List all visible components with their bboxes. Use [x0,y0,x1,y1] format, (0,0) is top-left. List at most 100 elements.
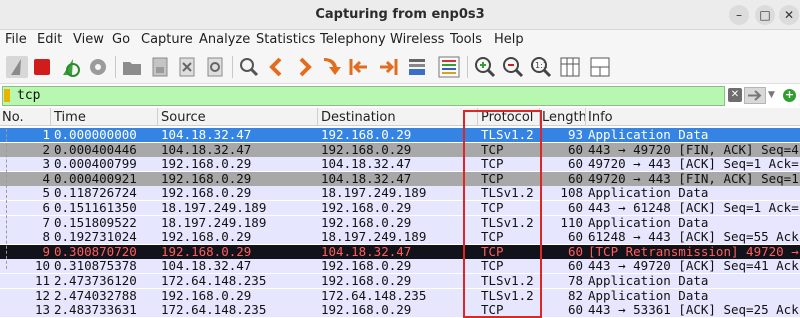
bookmark-icon[interactable] [4,89,10,102]
clear-filter-icon[interactable]: ✕ [728,88,742,102]
column-destination[interactable]: Destination [321,110,396,126]
open-folder-icon[interactable] [120,55,144,79]
column-no[interactable]: No. [2,110,24,126]
apply-filter-button[interactable] [744,87,766,104]
table-row[interactable]: 1 0.000000000 104.18.32.47 192.168.0.29 TLSv… [0,128,800,142]
menu-wireless[interactable]: Wireless [390,32,444,47]
conversation-bracket [6,129,7,269]
column-info[interactable]: Info [588,110,613,126]
packet-protocol: TCP [481,171,504,186]
display-filter-input[interactable]: tcp [2,86,725,106]
packet-time: 0.118726724 [54,186,137,201]
table-row[interactable]: 8 0.192731024 192.168.0.29 18.197.249.189 TC… [0,230,800,245]
go-back-icon[interactable] [265,55,289,79]
packet-info: Application Data [588,215,709,230]
packet-info: 61248 → 443 [ACK] Seq=55 Ack [588,230,799,245]
table-row[interactable]: 7 0.151809522 18.197.249.189 192.168.0.29 TL… [0,215,800,230]
table-row[interactable]: 11 2.473736120 172.64.148.235 192.168.0.29 T… [0,274,800,288]
packet-number: 2 [42,142,50,157]
last-packet-icon[interactable] [376,55,400,79]
menu-go[interactable]: Go [112,32,130,47]
menu-view[interactable]: View [73,32,104,47]
menu-edit[interactable]: Edit [37,32,62,47]
shark-fin-icon[interactable] [5,55,29,79]
colorize-icon[interactable] [437,55,461,79]
auto-scroll-icon[interactable] [405,55,429,79]
menu-capture[interactable]: Capture [141,32,193,47]
packet-length: 78 [567,274,583,288]
add-filter-button-icon[interactable]: + [783,89,796,102]
packet-time: 0.151161350 [54,201,137,215]
table-row[interactable]: 4 0.000400921 192.168.0.29 104.18.32.47 TCP 6… [0,171,800,186]
options-gear-icon[interactable] [86,55,110,79]
zoom-in-icon[interactable] [473,55,497,79]
packet-protocol: TCP [481,142,504,157]
packet-protocol: TCP [481,230,504,245]
packet-time: 0.300870720 [54,244,137,259]
reload-icon[interactable] [203,55,227,79]
packet-number: 13 [34,303,50,318]
menu-tools[interactable]: Tools [450,32,482,47]
packet-number: 6 [42,201,50,215]
table-row[interactable]: 3 0.000400799 192.168.0.29 104.18.32.47 TCP 6… [0,157,800,172]
zoom-out-icon[interactable] [501,55,525,79]
packet-length: 60 [567,171,583,186]
packet-destination: 192.168.0.29 [321,142,412,157]
packet-length: 60 [567,244,583,259]
go-to-packet-icon[interactable] [319,55,343,79]
table-row[interactable]: 12 2.474032788 192.168.0.29 172.64.148.235 T… [0,288,800,303]
first-packet-icon[interactable] [347,55,371,79]
table-row[interactable]: 9 0.300870720 192.168.0.29 104.18.32.47 TCP 6… [0,244,800,259]
column-length[interactable]: Length [542,110,587,126]
minimize-button[interactable]: – [729,5,749,25]
menu-statistics[interactable]: Statistics [256,32,315,47]
packet-destination: 192.168.0.29 [321,128,412,142]
resize-columns-icon[interactable] [558,55,582,79]
table-row[interactable]: 5 0.118726724 192.168.0.29 18.197.249.189 TL… [0,186,800,201]
column-protocol[interactable]: Protocol [481,110,533,126]
table-row[interactable]: 13 2.483733631 172.64.148.235 192.168.0.29 T… [0,303,800,318]
table-row[interactable]: 6 0.151161350 18.197.249.189 192.168.0.29 TC… [0,201,800,215]
go-forward-icon[interactable] [292,55,316,79]
table-row[interactable]: 10 0.310875378 104.18.32.47 192.168.0.29 TCP… [0,259,800,274]
packet-destination: 18.197.249.189 [321,186,427,201]
packet-protocol: TLSv1.2 [481,288,534,303]
find-icon[interactable] [237,55,261,79]
packet-info: Application Data [588,288,709,303]
save-file-icon[interactable] [148,55,172,79]
menu-file[interactable]: File [5,32,27,47]
maximize-button[interactable]: □ [755,5,775,25]
title-bar: Capturing from enp0s3 – □ ✕ [0,0,800,30]
column-time[interactable]: Time [54,110,86,126]
packet-number: 1 [42,128,50,142]
packet-time: 0.192731024 [54,230,137,245]
packet-number: 11 [34,274,50,288]
packet-length: 60 [567,303,583,318]
packet-time: 0.000400799 [54,157,137,172]
packet-time: 0.000000000 [54,128,137,142]
packet-time: 0.000400921 [54,171,137,186]
stop-icon[interactable] [30,55,54,79]
packet-destination: 192.168.0.29 [321,215,412,230]
column-source[interactable]: Source [161,110,206,126]
menu-help[interactable]: Help [494,32,524,47]
packet-length: 60 [567,142,583,157]
table-row[interactable]: 2 0.000400446 104.18.32.47 192.168.0.29 TCP 6… [0,142,800,157]
packet-info: 49720 → 443 [ACK] Seq=1 Ack= [588,157,799,172]
close-button[interactable]: ✕ [779,5,799,25]
packet-source: 104.18.32.47 [161,142,252,157]
chevron-down-icon[interactable]: ▼ [768,87,778,104]
packet-destination: 172.64.148.235 [321,288,427,303]
close-file-icon[interactable] [175,55,199,79]
packet-length: 60 [567,230,583,245]
zoom-normal-icon[interactable]: 1:1 [529,55,553,79]
packet-number: 8 [42,230,50,245]
packet-time: 0.151809522 [54,215,137,230]
packet-number: 10 [34,259,50,274]
menu-analyze[interactable]: Analyze [199,32,250,47]
packet-list-header: No. Time Source Destination Protocol Len… [0,108,800,126]
layout-icon[interactable] [588,55,612,79]
restart-icon[interactable] [58,55,82,79]
packet-info: 443 → 61248 [ACK] Seq=1 Ack= [588,201,799,215]
menu-telephony[interactable]: Telephony [320,32,386,47]
